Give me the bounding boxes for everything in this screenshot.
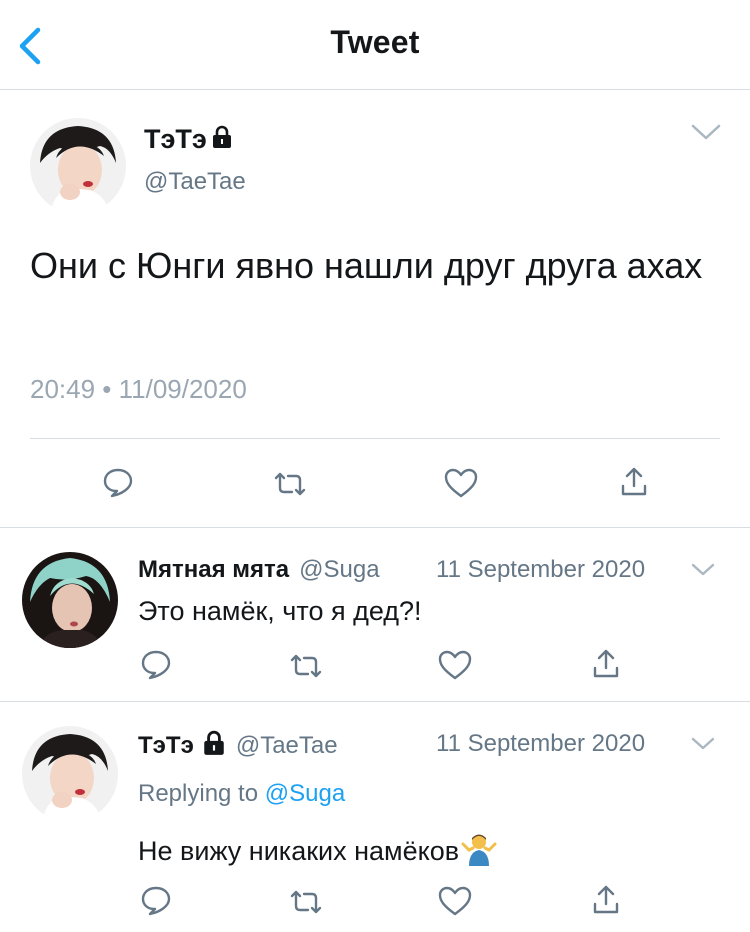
replying-to: Replying to @Suga <box>138 780 345 808</box>
chevron-down-icon[interactable] <box>690 736 716 757</box>
share-icon <box>621 467 647 496</box>
reply-icon <box>141 650 171 680</box>
lock-icon <box>202 730 226 761</box>
replying-to-label: Replying to <box>138 780 259 807</box>
author-handle: @Suga <box>299 556 380 583</box>
retweet-icon <box>274 472 306 496</box>
retweet-icon <box>290 654 322 678</box>
chevron-down-icon[interactable] <box>690 562 716 583</box>
chevron-down-icon[interactable] <box>690 122 722 142</box>
like-icon <box>438 886 472 916</box>
reply-tweet: Мятная мята @Suga 11 September 2020 Это … <box>0 528 750 702</box>
avatar[interactable] <box>30 118 126 214</box>
author-handle: @TaeTae <box>144 168 246 195</box>
replying-to-mention[interactable]: @Suga <box>265 780 345 807</box>
reply-header: Мятная мята @Suga <box>138 556 380 584</box>
tweet-text: Они с Юнги явно нашли друг друга ахах <box>30 245 703 286</box>
author-handle: @TaeTae <box>235 731 338 759</box>
reply-date: 11 September 2020 <box>436 730 646 757</box>
reply-button[interactable] <box>102 466 134 503</box>
reply-icon <box>141 886 171 916</box>
avatar[interactable] <box>22 726 118 822</box>
divider <box>30 438 720 439</box>
reply-date: 11 September 2020 <box>436 556 646 583</box>
reply-tweet: ТэТэ @TaeTae 11 September 2020 Replying … <box>0 702 750 932</box>
like-button[interactable] <box>444 468 478 503</box>
main-tweet: ТэТэ @TaeTae Они с Юнги явно нашли друг … <box>0 90 750 528</box>
retweet-button[interactable] <box>288 888 324 921</box>
header: Tweet <box>0 0 750 90</box>
retweet-button[interactable] <box>272 470 308 503</box>
reply-button[interactable] <box>140 884 172 921</box>
reply-text-row: Не вижу никаких намёков <box>138 832 497 873</box>
share-button[interactable] <box>592 884 620 921</box>
lock-icon <box>211 125 233 154</box>
retweet-button[interactable] <box>288 652 324 685</box>
tweet-timestamp: 20:49 • 11/09/2020 <box>30 374 247 404</box>
like-button[interactable] <box>438 650 472 685</box>
reply-icon <box>103 468 133 498</box>
author-name-row: ТэТэ <box>144 124 233 155</box>
author-name[interactable]: Мятная мята <box>138 556 289 584</box>
reply-header: ТэТэ @TaeTae <box>138 730 338 761</box>
share-button[interactable] <box>620 466 648 503</box>
reply-text: Это намёк, что я дед?! <box>138 596 422 626</box>
share-icon <box>593 885 619 914</box>
shrug-emoji-icon <box>461 832 497 873</box>
author-name[interactable]: ТэТэ <box>144 124 207 155</box>
retweet-icon <box>290 890 322 914</box>
like-icon <box>438 650 472 680</box>
share-icon <box>593 649 619 678</box>
reply-text: Не вижу никаких намёков <box>138 836 460 866</box>
like-button[interactable] <box>438 886 472 921</box>
like-icon <box>444 468 478 498</box>
avatar[interactable] <box>22 552 118 648</box>
reply-button[interactable] <box>140 648 172 685</box>
author-name[interactable]: ТэТэ <box>138 732 194 760</box>
page-title: Tweet <box>330 24 420 60</box>
share-button[interactable] <box>592 648 620 685</box>
